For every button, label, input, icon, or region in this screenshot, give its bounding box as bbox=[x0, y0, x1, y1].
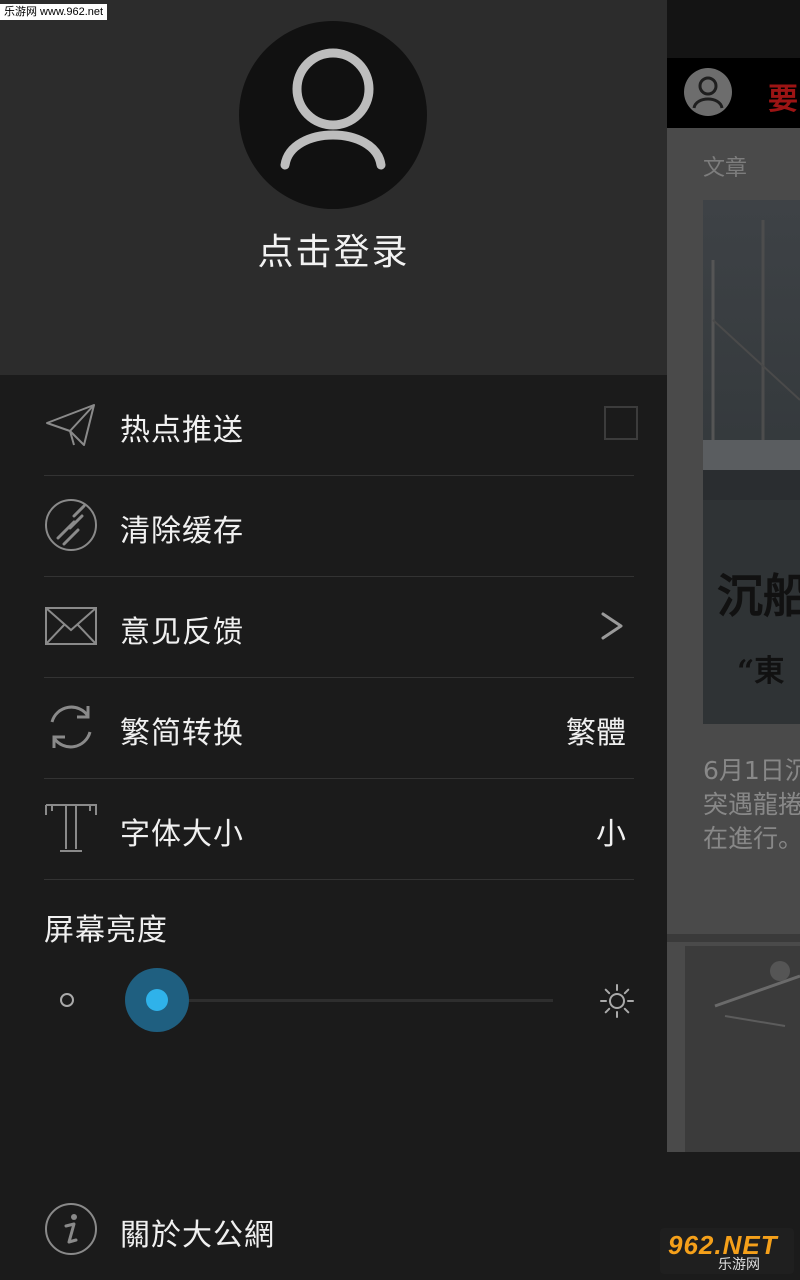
login-button[interactable]: 点击登录 bbox=[0, 223, 667, 275]
menu-item-about[interactable]: 關於大公網 bbox=[44, 1200, 634, 1260]
paper-plane-icon bbox=[44, 397, 98, 451]
menu-label-about: 關於大公網 bbox=[120, 1218, 275, 1253]
font-size-icon bbox=[44, 801, 98, 855]
envelope-icon bbox=[44, 599, 98, 653]
image-caption-main: 沉船 bbox=[717, 569, 800, 623]
watermark-top-left: 乐游网 www.962.net bbox=[0, 4, 108, 20]
background-news-app: 要 文章 沉船 “東 6月1日沉 突遇龍捲 在進行。 bbox=[667, 0, 800, 1280]
info-icon bbox=[44, 1202, 98, 1256]
article-feed: 文章 沉船 “東 6月1日沉 突遇龍捲 在進行。 bbox=[667, 128, 800, 1152]
brightness-low-icon bbox=[58, 991, 76, 1009]
article-snippet[interactable]: 6月1日沉 突遇龍捲 在進行。 bbox=[703, 754, 800, 856]
font-size-value: 小 bbox=[596, 817, 626, 852]
status-bar bbox=[667, 0, 800, 58]
brightness-slider-track[interactable] bbox=[157, 999, 553, 1002]
convert-value: 繁體 bbox=[566, 716, 626, 751]
brightness-title: 屏幕亮度 bbox=[44, 913, 168, 948]
image-caption-sub: “東 bbox=[737, 654, 785, 689]
feed-divider bbox=[667, 934, 800, 942]
menu-item-hot-push[interactable]: 热点推送 bbox=[44, 375, 638, 476]
profile-avatar-icon[interactable] bbox=[239, 21, 427, 209]
broom-icon bbox=[44, 498, 98, 552]
tab-headlines[interactable]: 要 bbox=[768, 74, 798, 118]
user-avatar-icon[interactable] bbox=[684, 68, 732, 116]
hot-push-checkbox[interactable] bbox=[604, 406, 638, 440]
watermark-logo-subtext: 乐游网 bbox=[718, 1257, 760, 1273]
article-image[interactable]: 沉船 “東 bbox=[703, 200, 800, 724]
menu-item-feedback[interactable]: 意见反馈 bbox=[44, 577, 634, 678]
app-top-bar: 要 bbox=[667, 58, 800, 128]
sync-icon bbox=[44, 700, 98, 754]
watermark-logo: 962.NET 乐游网 bbox=[660, 1228, 794, 1274]
menu-item-clear-cache[interactable]: 清除缓存 bbox=[44, 476, 634, 577]
chevron-right-icon bbox=[598, 611, 626, 641]
menu-item-convert[interactable]: 繁简转换 繁體 bbox=[44, 678, 634, 779]
menu-label-font-size: 字体大小 bbox=[120, 817, 244, 852]
article-image-2[interactable] bbox=[685, 946, 800, 1152]
navigation-drawer: 点击登录 热点推送 清除缓存 意见反馈 繁简转换 繁體 字体大小 小 屏幕亮度 … bbox=[0, 0, 667, 1280]
drawer-header: 点击登录 bbox=[0, 0, 667, 375]
menu-label-convert: 繁简转换 bbox=[120, 716, 244, 751]
menu-item-font-size[interactable]: 字体大小 小 bbox=[44, 779, 634, 880]
menu-label-clear-cache: 清除缓存 bbox=[120, 514, 244, 549]
brightness-high-icon bbox=[599, 983, 635, 1019]
section-label: 文章 bbox=[703, 156, 748, 181]
menu-label-hot-push: 热点推送 bbox=[120, 413, 244, 448]
menu-label-feedback: 意见反馈 bbox=[120, 615, 244, 650]
brightness-slider-thumb[interactable] bbox=[125, 968, 189, 1032]
